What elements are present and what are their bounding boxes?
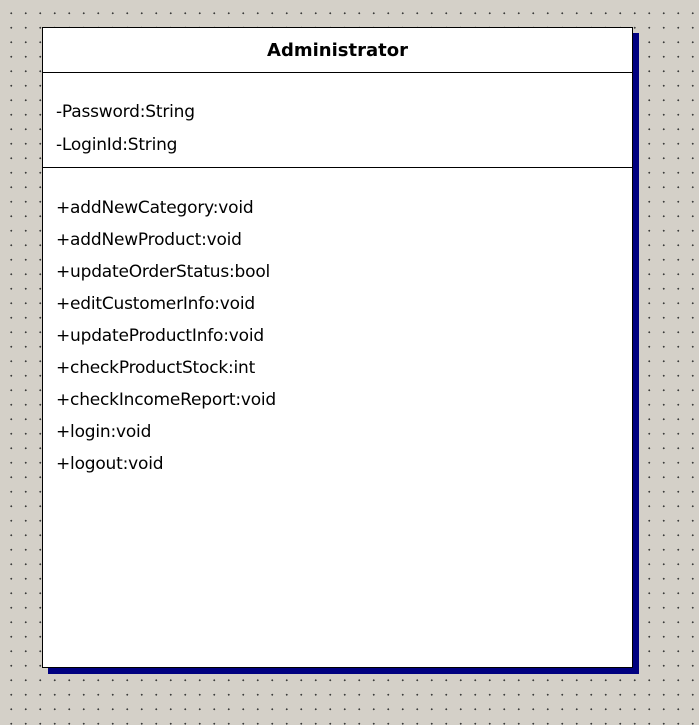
operation-check-product-stock: +checkProductStock:int xyxy=(56,358,256,378)
attributes-compartment: -Password:String -LoginId:String xyxy=(43,73,632,168)
operation-add-new-product: +addNewProduct:void xyxy=(56,230,242,250)
operation-logout: +logout:void xyxy=(56,454,164,474)
operation-update-product-info: +updateProductInfo:void xyxy=(56,326,264,346)
attribute-login-id: -LoginId:String xyxy=(56,135,178,155)
operation-edit-customer-info: +editCustomerInfo:void xyxy=(56,294,255,314)
class-name: Administrator xyxy=(267,39,408,61)
operation-check-income-report: +checkIncomeReport:void xyxy=(56,390,277,410)
operation-login: +login:void xyxy=(56,422,152,442)
class-name-header: Administrator xyxy=(43,28,632,73)
operation-update-order-status: +updateOrderStatus:bool xyxy=(56,262,271,282)
attribute-password: -Password:String xyxy=(56,102,195,122)
operations-compartment: +addNewCategory:void +addNewProduct:void… xyxy=(43,168,632,480)
operation-add-new-category: +addNewCategory:void xyxy=(56,198,254,218)
uml-class-administrator[interactable]: Administrator -Password:String -LoginId:… xyxy=(42,27,633,668)
